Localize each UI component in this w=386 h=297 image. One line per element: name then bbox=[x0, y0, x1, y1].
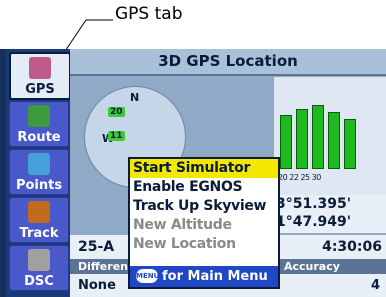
menu-item-enable-egnos[interactable]: Enable EGNOS bbox=[130, 178, 278, 197]
latitude-value: 3°51.395' bbox=[276, 196, 352, 212]
satellite-icon bbox=[29, 57, 51, 79]
menu-item-track-up-skyview[interactable]: Track Up Skyview bbox=[130, 197, 278, 216]
differential-value: None bbox=[78, 278, 116, 293]
signal-bar bbox=[296, 109, 308, 169]
accuracy-value: 4 bbox=[370, 278, 380, 293]
menu-footer-text: for Main Menu bbox=[162, 269, 268, 284]
signal-strength-panel: 20 22 25 30 bbox=[274, 77, 386, 195]
signal-bar-numbers: 20 22 25 30 bbox=[278, 173, 321, 182]
tab-track[interactable]: Track bbox=[9, 197, 69, 243]
signal-bar bbox=[312, 105, 324, 169]
page-title: 3D GPS Location bbox=[70, 49, 386, 76]
satellite-marker: 20 bbox=[108, 107, 125, 117]
sidebar: GPS Route Points Track DSC bbox=[6, 49, 71, 297]
tab-route[interactable]: Route bbox=[9, 101, 69, 147]
accuracy-label: Accuracy bbox=[284, 260, 340, 273]
signal-bar bbox=[280, 115, 292, 169]
menu-item-new-altitude: New Altitude bbox=[133, 217, 232, 233]
tab-gps[interactable]: GPS bbox=[9, 52, 71, 100]
signal-bar bbox=[328, 112, 340, 169]
route-icon bbox=[28, 105, 50, 127]
track-icon bbox=[28, 201, 50, 223]
menu-footer: MENU for Main Menu bbox=[130, 266, 278, 287]
tab-label: GPS bbox=[25, 82, 55, 97]
position-readout: 3°51.395' 1°47.949' bbox=[274, 195, 386, 233]
date-value: 25-A bbox=[78, 239, 115, 255]
dsc-icon bbox=[28, 249, 50, 271]
tab-label: DSC bbox=[24, 274, 54, 289]
gps-device-screen: GPS Route Points Track DSC 3D GPS Locati… bbox=[0, 49, 386, 297]
points-icon bbox=[28, 153, 50, 175]
menu-key-icon: MENU bbox=[136, 269, 159, 283]
options-menu: Start Simulator Enable EGNOS Track Up Sk… bbox=[128, 157, 280, 289]
tab-label: Route bbox=[17, 130, 61, 145]
tab-label: Track bbox=[19, 226, 59, 241]
longitude-value: 1°47.949' bbox=[276, 214, 352, 230]
signal-bar bbox=[344, 119, 356, 169]
time-value: 4:30:06 bbox=[322, 239, 382, 255]
skyview-north-label: N bbox=[130, 91, 140, 104]
menu-item-new-location: New Location bbox=[133, 236, 236, 252]
tab-points[interactable]: Points bbox=[9, 149, 69, 195]
tab-dsc[interactable]: DSC bbox=[9, 245, 69, 291]
tab-label: Points bbox=[15, 178, 63, 193]
menu-item-start-simulator[interactable]: Start Simulator bbox=[130, 159, 278, 178]
satellite-marker: 11 bbox=[108, 131, 125, 141]
